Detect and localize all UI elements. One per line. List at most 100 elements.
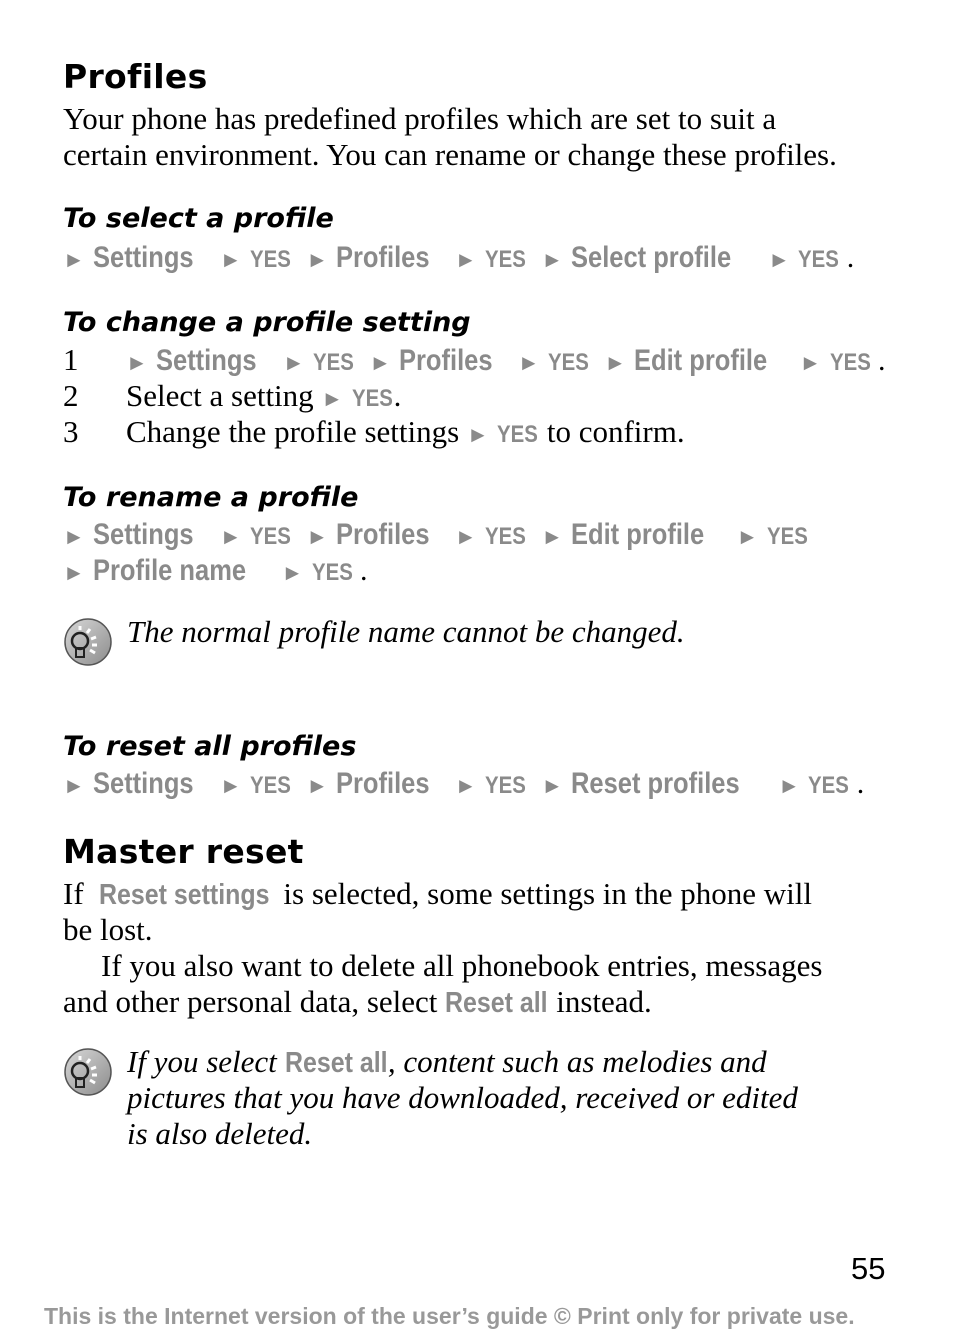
arrow-icon: ► — [778, 773, 800, 798]
arrow-icon: ► — [541, 773, 564, 798]
text: , content such as melodies and — [387, 1044, 767, 1079]
master-reset-p2-line1: If you also want to delete all phonebook… — [101, 948, 823, 983]
arrow-icon: ► — [281, 560, 304, 585]
period: . — [856, 767, 865, 800]
tip-reset-all-line3: is also deleted. — [127, 1116, 313, 1151]
menu-item-edit-profile: Edit profile — [571, 518, 705, 551]
subheading-select-profile: To select a profile — [63, 203, 334, 234]
lightbulb-tip-icon — [64, 618, 112, 666]
arrow-icon: ► — [282, 350, 305, 375]
text: If you select — [127, 1044, 285, 1079]
menu-item-settings: Settings — [93, 241, 194, 274]
menu-item-settings: Settings — [93, 518, 194, 551]
step-suffix: to confirm. — [539, 414, 685, 449]
tip-text-normal-profile: The normal profile name cannot be change… — [127, 614, 685, 649]
period: . — [846, 241, 855, 274]
master-reset-p2-line2: and other personal data, select Reset al… — [63, 984, 652, 1021]
menu-key-yes: YES — [311, 559, 353, 586]
period: . — [877, 344, 886, 377]
master-reset-p1-line1: If Reset settings is selected, some sett… — [63, 876, 812, 913]
step-2: 2 Select a setting ► YES. — [63, 378, 401, 417]
arrow-icon: ► — [63, 524, 85, 549]
menu-item-reset-all: Reset all — [445, 987, 548, 1019]
menu-path-rename-line1: ► Settings ► YES ► Profiles ► YES ► Edit… — [63, 517, 815, 555]
step-number: 2 — [63, 378, 79, 413]
menu-key-yes: YES — [249, 523, 291, 550]
arrow-icon: ► — [454, 773, 477, 798]
profiles-intro-line2: certain environment. You can rename or c… — [63, 137, 837, 172]
menu-key-yes: YES — [312, 349, 354, 376]
arrow-icon: ► — [466, 422, 489, 447]
arrow-icon: ► — [63, 247, 85, 272]
menu-key-yes: YES — [484, 772, 526, 799]
text: instead. — [548, 984, 652, 1019]
menu-key-yes: YES — [249, 772, 291, 799]
arrow-icon: ► — [219, 773, 242, 798]
text: and other personal data, select — [63, 984, 446, 1019]
arrow-icon: ► — [126, 350, 148, 375]
subheading-change-profile-setting: To change a profile setting — [63, 307, 471, 338]
arrow-icon: ► — [219, 247, 242, 272]
master-reset-p1-line2: be lost. — [63, 912, 153, 947]
profiles-intro-line1: Your phone has predefined profiles which… — [63, 101, 777, 136]
step-1: 1 ► Settings ► YES ► Profiles ► YES ► Edi… — [63, 342, 885, 381]
menu-key-yes: YES — [351, 385, 393, 412]
arrow-icon: ► — [219, 524, 242, 549]
tip-reset-all-line2: pictures that you have downloaded, recei… — [127, 1080, 798, 1115]
arrow-icon: ► — [369, 350, 392, 375]
arrow-icon: ► — [321, 386, 344, 411]
menu-key-yes: YES — [829, 349, 871, 376]
menu-item-profiles: Profiles — [336, 518, 430, 551]
menu-item-profiles: Profiles — [336, 241, 430, 274]
period: . — [360, 554, 368, 587]
menu-path-reset-profiles: ► Settings ► YES ► Profiles ► YES ► Rese… — [63, 766, 864, 804]
arrow-icon: ► — [541, 247, 564, 272]
arrow-icon: ► — [63, 560, 85, 585]
menu-item-profiles: Profiles — [399, 344, 493, 377]
section-heading-profiles: Profiles — [63, 57, 208, 96]
menu-path-rename-line2: ► Profile name ► YES . — [63, 553, 368, 591]
arrow-icon: ► — [454, 524, 477, 549]
menu-item-edit-profile: Edit profile — [634, 344, 768, 377]
step-text: Change the profile settings — [126, 414, 460, 449]
arrow-icon: ► — [736, 524, 759, 549]
page-number: 55 — [851, 1251, 886, 1286]
section-heading-master-reset: Master reset — [63, 832, 304, 871]
arrow-icon: ► — [604, 350, 627, 375]
menu-key-yes: YES — [497, 421, 538, 448]
menu-key-yes: YES — [249, 246, 291, 273]
menu-item-profile-name: Profile name — [93, 554, 247, 587]
menu-item-reset-settings: Reset settings — [99, 879, 270, 911]
step-suffix: . — [393, 378, 402, 413]
menu-key-yes: YES — [808, 772, 850, 799]
menu-item-profiles: Profiles — [336, 767, 430, 800]
menu-key-yes: YES — [484, 246, 526, 273]
footer-notice: This is the Internet version of the user… — [44, 1303, 855, 1329]
menu-item-reset-all: Reset all — [284, 1047, 388, 1079]
menu-key-yes: YES — [547, 349, 589, 376]
text: If — [63, 876, 92, 911]
arrow-icon: ► — [306, 247, 329, 272]
menu-key-yes: YES — [766, 523, 808, 550]
menu-item-reset-profiles: Reset profiles — [571, 767, 741, 800]
subheading-rename-profile: To rename a profile — [63, 482, 359, 513]
arrow-icon: ► — [768, 247, 790, 272]
menu-path-edit-profile: ► Settings ► YES ► Profiles ► YES ► Edit… — [126, 344, 885, 377]
arrow-icon: ► — [799, 350, 822, 375]
arrow-icon: ► — [541, 524, 564, 549]
menu-item-settings: Settings — [156, 344, 257, 377]
menu-key-yes: YES — [798, 246, 840, 273]
menu-key-yes: YES — [484, 523, 526, 550]
arrow-icon: ► — [454, 247, 477, 272]
tip-reset-all-line1: If you select Reset all, content such as… — [127, 1044, 767, 1081]
arrow-icon: ► — [517, 350, 540, 375]
step-3: 3 Change the profile settings ► YES to co… — [63, 414, 685, 453]
arrow-icon: ► — [306, 524, 329, 549]
arrow-icon: ► — [306, 773, 329, 798]
arrow-icon: ► — [63, 773, 85, 798]
menu-item-settings: Settings — [93, 767, 194, 800]
step-number: 3 — [63, 414, 79, 449]
lightbulb-tip-icon — [64, 1048, 112, 1096]
menu-item-select-profile: Select profile — [571, 241, 732, 274]
text: is selected, some settings in the phone … — [275, 876, 813, 911]
